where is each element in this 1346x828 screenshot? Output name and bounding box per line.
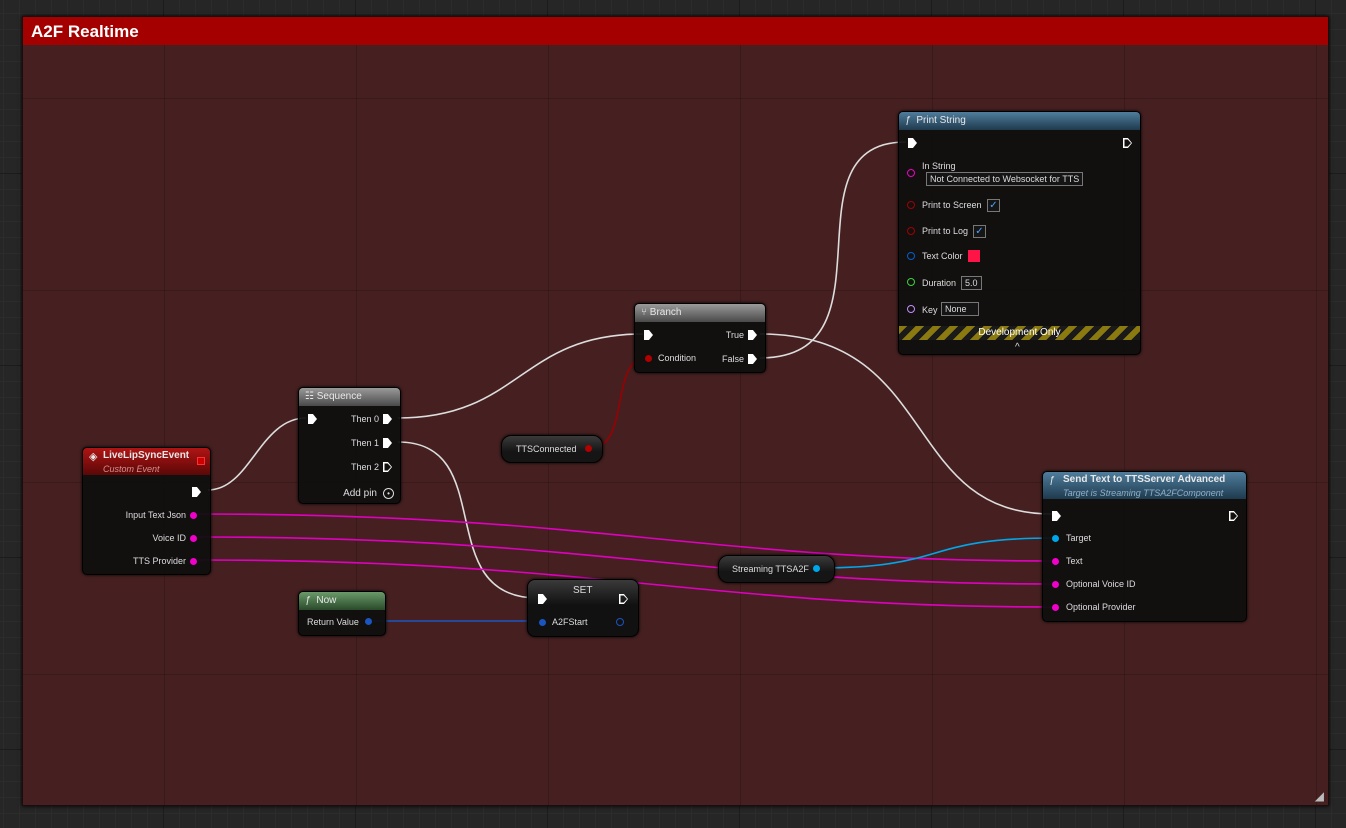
pin-label-input-text-json: Input Text Json (125, 510, 186, 520)
pin-label-then-1: Then 1 (350, 438, 379, 448)
bool-pin[interactable] (585, 445, 592, 452)
sequence-icon: ☷ (305, 391, 314, 402)
branch-icon: ⑂ (641, 307, 647, 318)
development-only-banner: Development Only (899, 326, 1140, 340)
string-wire (197, 513, 1055, 562)
node-now[interactable]: ƒ Now Return Value (298, 591, 386, 636)
print-to-log-checkbox[interactable]: ✓ (973, 225, 986, 238)
bool-pin[interactable] (645, 355, 652, 362)
exec-out-pin[interactable] (748, 330, 757, 340)
pin-label-tts-provider: TTS Provider (132, 556, 186, 566)
bool-pin[interactable] (907, 201, 915, 209)
exec-out-pin-unconnected[interactable] (1229, 511, 1238, 521)
string-pin[interactable] (190, 558, 197, 565)
struct-pin[interactable] (365, 618, 372, 625)
node-send-text-to-ttsserver[interactable]: ƒ Send Text to TTSServer Advanced Target… (1042, 471, 1247, 622)
exec-in-pin[interactable] (644, 330, 653, 340)
exec-wire (759, 333, 1053, 515)
pin-label-duration: Duration (922, 278, 957, 288)
pin-label-return-value: Return Value (307, 617, 359, 627)
exec-out-pin-unconnected[interactable] (1123, 138, 1132, 148)
pin-label-text-color: Text Color (922, 251, 963, 261)
function-icon: ƒ (305, 595, 311, 606)
exec-in-pin[interactable] (908, 138, 917, 148)
node-ttsconnected-getter[interactable]: TTSConnected (501, 435, 603, 463)
node-branch[interactable]: ⑂ Branch Condition True False (634, 303, 766, 373)
text-color-swatch[interactable] (968, 250, 980, 262)
node-streaming-ttsa2f-getter[interactable]: Streaming TTSA2F (718, 555, 835, 583)
exec-wire (759, 141, 907, 359)
bool-pin[interactable] (907, 227, 915, 235)
node-title: Print String (916, 115, 966, 126)
in-string-input[interactable]: Not Connected to Websocket for TTS (926, 172, 1084, 186)
string-pin[interactable] (907, 169, 915, 177)
pin-label-print-to-log: Print to Log (922, 226, 969, 236)
node-title: Branch (649, 307, 682, 318)
pin-label-condition: Condition (658, 353, 697, 363)
function-icon: ƒ (1049, 475, 1055, 486)
pin-label-optional-provider: Optional Provider (1066, 602, 1136, 612)
exec-wire (207, 417, 307, 491)
node-set[interactable]: SET A2FStart (527, 579, 639, 637)
object-pin[interactable] (1052, 535, 1059, 542)
exec-wire (397, 333, 644, 419)
pin-label-a2fstart: A2FStart (552, 617, 588, 627)
pin-label-false: False (721, 354, 744, 364)
pin-label-target: Target (1066, 533, 1092, 543)
wires (197, 141, 1055, 622)
collapse-arrow-icon[interactable]: ^ (1015, 342, 1020, 353)
pin-label-then-2: Then 2 (350, 462, 379, 472)
pin-label-key: Key (922, 305, 938, 315)
pin-label-optional-voice-id: Optional Voice ID (1066, 579, 1136, 589)
exec-out-pin[interactable] (192, 487, 201, 497)
struct-pin[interactable] (539, 619, 546, 626)
duration-input[interactable]: 5.0 (961, 276, 982, 290)
exec-out-pin[interactable] (748, 354, 757, 364)
node-livelipsyncevent[interactable]: ◈ LiveLipSyncEvent Custom Event Input Te… (82, 447, 211, 575)
node-title: SET (573, 585, 593, 596)
add-pin-button[interactable]: Add pin (343, 488, 377, 499)
key-input[interactable]: None (941, 302, 979, 316)
node-subtitle: Target is Streaming TTSA2FComponent (1063, 488, 1224, 498)
node-print-string[interactable]: ƒ Print String In String Not Connected t… (898, 111, 1141, 355)
pin-label-then-0: Then 0 (350, 414, 379, 424)
string-wire (197, 536, 1055, 585)
pin-label-true: True (725, 330, 744, 340)
exec-in-pin[interactable] (538, 594, 547, 604)
node-title: Now (316, 595, 337, 606)
function-icon: ƒ (905, 115, 911, 126)
add-pin-icon[interactable]: • (383, 488, 394, 499)
exec-out-pin-unconnected[interactable] (383, 462, 392, 472)
event-icon: ◈ (89, 451, 98, 463)
pin-label-voice-id: Voice ID (152, 533, 186, 543)
pin-label-text: Text (1066, 556, 1083, 566)
pin-label-in-string: In String (922, 161, 956, 171)
string-pin[interactable] (190, 535, 197, 542)
string-pin[interactable] (1052, 581, 1059, 588)
pin-label-print-to-screen: Print to Screen (922, 200, 982, 210)
variable-label: TTSConnected (516, 444, 577, 454)
string-pin[interactable] (190, 512, 197, 519)
name-pin[interactable] (907, 305, 915, 313)
exec-in-pin[interactable] (308, 414, 317, 424)
exec-out-pin[interactable] (383, 414, 392, 424)
object-wire (817, 537, 1055, 569)
node-subtitle: Custom Event (103, 464, 160, 474)
exec-out-pin-unconnected[interactable] (619, 594, 628, 604)
exec-in-pin[interactable] (1052, 511, 1061, 521)
print-to-screen-checkbox[interactable]: ✓ (987, 199, 1000, 212)
color-pin[interactable] (907, 252, 915, 260)
string-pin[interactable] (1052, 558, 1059, 565)
node-title: Sequence (316, 391, 362, 402)
object-pin[interactable] (813, 565, 820, 572)
exec-out-pin[interactable] (383, 438, 392, 448)
delegate-pin-icon[interactable] (197, 457, 205, 465)
node-sequence[interactable]: ☷ Sequence Then 0 Then 1 Then 2 Add pin … (298, 387, 401, 504)
string-pin[interactable] (1052, 604, 1059, 611)
variable-label: Streaming TTSA2F (732, 564, 809, 574)
struct-out-pin[interactable] (616, 618, 624, 626)
float-pin[interactable] (907, 278, 915, 286)
